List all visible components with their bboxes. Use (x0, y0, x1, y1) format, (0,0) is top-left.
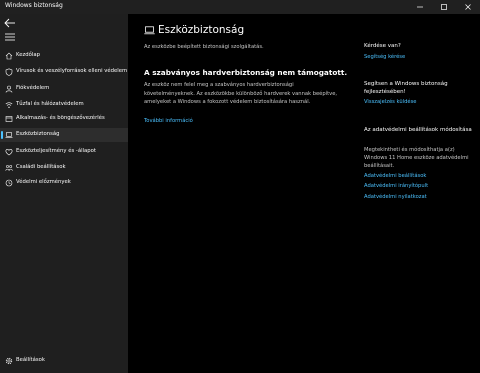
question-heading: Kérdése van? (364, 43, 401, 49)
sidebar-item-label: Védelmi előzmények (16, 179, 71, 185)
wifi-icon (5, 102, 13, 108)
more-info-link[interactable]: További információ (144, 118, 193, 124)
sidebar-item-label: Eszközteljesítmény és -állapot (16, 148, 96, 154)
give-feedback-link[interactable]: Visszajelzés küldése (364, 99, 416, 105)
history-icon (5, 179, 13, 187)
privacy-dashboard-link[interactable]: Adatvédelmi irányítópult (364, 183, 428, 189)
sidebar-item-firewall[interactable]: Tűzfal és hálózatvédelem (0, 98, 128, 112)
sidebar-item-label: Alkalmazás- és böngészővezérlés (16, 115, 105, 121)
settings-label: Beállítások (16, 357, 45, 363)
sidebar-item-device-performance[interactable]: Eszközteljesítmény és -állapot (0, 145, 128, 159)
sidebar-item-account-protection[interactable]: Fiókvédelem (0, 82, 128, 96)
privacy-heading: Az adatvédelmi beállítások módosítása (364, 127, 472, 133)
section-heading: A szabványos hardverbiztonság nem támoga… (144, 68, 348, 77)
hamburger-menu-icon[interactable] (4, 32, 16, 42)
laptop-icon (144, 26, 155, 35)
sidebar-item-home[interactable]: Kezdőlap (0, 49, 128, 63)
section-description: Az eszköz nem felel meg a szabványos har… (144, 82, 338, 105)
privacy-settings-link[interactable]: Adatvédelmi beállítások (364, 173, 426, 179)
sidebar-item-label: Vírusok és veszélyforrások elleni védele… (16, 68, 128, 74)
gear-icon (5, 357, 13, 365)
family-icon (5, 165, 13, 171)
sidebar-item-label: Tűzfal és hálózatvédelem (16, 101, 84, 107)
app-window-icon (5, 116, 13, 122)
sidebar-item-virus-protection[interactable]: Vírusok és veszélyforrások elleni védele… (0, 65, 128, 79)
page-title: Eszközbiztonság (158, 24, 245, 36)
main-content: Eszközbiztonság Az eszközbe beépített bi… (128, 14, 480, 373)
sidebar-item-label: Családi beállítások (16, 164, 66, 170)
heart-icon (5, 149, 13, 156)
active-indicator (1, 131, 3, 139)
shield-icon (5, 68, 13, 76)
window-title: Windows biztonság (5, 2, 63, 9)
minimize-button[interactable] (408, 0, 432, 14)
sidebar-item-label: Fiókvédelem (16, 85, 50, 91)
title-bar: Windows biztonság (0, 0, 480, 14)
privacy-statement-link[interactable]: Adatvédelmi nyilatkozat (364, 194, 427, 200)
maximize-button[interactable] (432, 0, 456, 14)
back-arrow-icon[interactable] (4, 18, 16, 28)
person-icon (5, 85, 13, 93)
improve-heading: Segítsen a Windows biztonság fejlesztésé… (364, 81, 448, 95)
privacy-description: Megtekintheti és módosíthatja a(z) Windo… (364, 147, 469, 170)
sidebar-item-protection-history[interactable]: Védelmi előzmények (0, 176, 128, 190)
sidebar-item-label: Eszközbiztonság (16, 131, 60, 137)
laptop-icon (5, 132, 13, 138)
sidebar-item-app-browser-control[interactable]: Alkalmazás- és böngészővezérlés (0, 112, 128, 126)
get-help-link[interactable]: Segítség kérése (364, 54, 405, 60)
sidebar: Kezdőlap Vírusok és veszélyforrások elle… (0, 14, 128, 373)
sidebar-item-label: Kezdőlap (16, 52, 40, 58)
sidebar-item-device-security[interactable]: Eszközbiztonság (0, 128, 128, 142)
page-subtitle: Az eszközbe beépített biztonsági szolgál… (144, 44, 264, 50)
sidebar-item-family-options[interactable]: Családi beállítások (0, 161, 128, 175)
close-button[interactable] (456, 0, 480, 14)
home-icon (5, 52, 13, 60)
sidebar-item-settings[interactable]: Beállítások (0, 354, 128, 368)
